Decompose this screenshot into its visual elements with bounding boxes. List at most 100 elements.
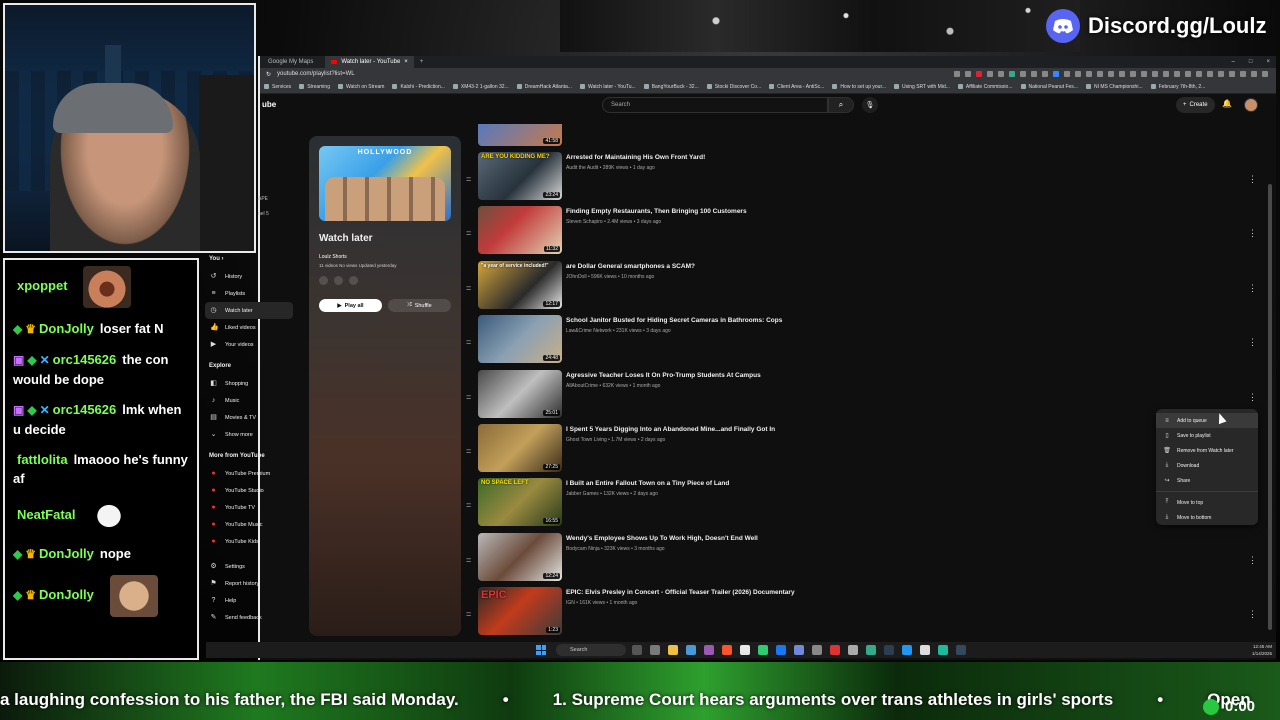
more-actions-icon[interactable]: ⋮ bbox=[1248, 174, 1257, 185]
app-icon[interactable] bbox=[866, 645, 876, 655]
app-icon[interactable] bbox=[812, 645, 822, 655]
more-actions-icon[interactable]: ⋮ bbox=[1248, 609, 1257, 620]
menu-item-share[interactable]: ↪ Share bbox=[1156, 473, 1258, 488]
sidebar-item-your-videos[interactable]: ▶ Your videos bbox=[205, 336, 293, 353]
drag-handle-icon[interactable]: = bbox=[466, 446, 471, 456]
drag-handle-icon[interactable]: = bbox=[466, 555, 471, 565]
sidebar-item-youtube-studio[interactable]: ● YouTube Studio bbox=[205, 482, 293, 499]
new-tab-icon[interactable]: + bbox=[420, 59, 424, 65]
app-icon[interactable] bbox=[830, 645, 840, 655]
subscription-fragment[interactable]: APE bbox=[258, 196, 269, 202]
app-icon[interactable] bbox=[848, 645, 858, 655]
you-heading[interactable]: You › bbox=[209, 256, 293, 262]
bookmark-item[interactable]: Affiliate Commissio... bbox=[957, 84, 1013, 90]
brave-icon[interactable] bbox=[722, 645, 732, 655]
notifications-bell-icon[interactable]: 🔔 bbox=[1222, 99, 1232, 108]
windows-start-icon[interactable] bbox=[536, 645, 546, 655]
menu-item-save-to-playlist[interactable]: ▯ Save to playlist bbox=[1156, 428, 1258, 443]
task-view-icon[interactable] bbox=[632, 645, 642, 655]
sidebar-item-settings[interactable]: ⚙ Settings bbox=[205, 558, 293, 575]
tab-google-maps[interactable]: Google My Maps bbox=[262, 56, 319, 68]
avatar[interactable] bbox=[1244, 98, 1258, 112]
sidebar-item-send-feedback[interactable]: ✎ Send feedback bbox=[205, 609, 293, 626]
chrome-icon[interactable] bbox=[740, 645, 750, 655]
video-title[interactable]: I Built an Entire Fallout Town on a Tiny… bbox=[566, 480, 729, 487]
discord-app-icon[interactable] bbox=[794, 645, 804, 655]
drag-handle-icon[interactable]: = bbox=[466, 609, 471, 619]
list-item[interactable]: = 24:48 School Janitor Busted for Hiding… bbox=[464, 315, 1260, 367]
drag-handle-icon[interactable]: = bbox=[466, 283, 471, 293]
search-button[interactable]: ⌕ bbox=[828, 97, 854, 113]
video-title[interactable]: are Dollar General smartphones a SCAM? bbox=[566, 263, 695, 270]
video-thumbnail[interactable]: ARE YOU KIDDING ME? 23:24 bbox=[478, 152, 562, 200]
file-explorer-icon[interactable] bbox=[668, 645, 678, 655]
app-icon[interactable] bbox=[938, 645, 948, 655]
app-icon[interactable] bbox=[902, 645, 912, 655]
video-thumbnail[interactable]: 24:48 bbox=[478, 315, 562, 363]
list-item[interactable]: = 25:01 Agressive Teacher Loses It On Pr… bbox=[464, 370, 1260, 422]
close-window-icon[interactable]: × bbox=[1266, 59, 1270, 65]
video-thumbnail[interactable]: EPIC 1:23 bbox=[478, 587, 562, 635]
more-actions-icon[interactable]: ⋮ bbox=[1248, 555, 1257, 566]
sidebar-item-shopping[interactable]: ◧ Shopping bbox=[205, 375, 293, 392]
system-tray-clock[interactable]: 12:45 AM 1/14/2026 bbox=[1252, 643, 1272, 657]
list-item[interactable]: = EPIC 1:23 EPIC: Elvis Presley in Concer… bbox=[464, 587, 1260, 639]
sidebar-item-youtube-kids[interactable]: ● YouTube Kids bbox=[205, 533, 293, 550]
list-item[interactable]: = 11:32 Finding Empty Restaurants, Then … bbox=[464, 206, 1260, 258]
more-actions-icon[interactable]: ⋮ bbox=[1248, 228, 1257, 239]
privacy-icon[interactable] bbox=[319, 276, 328, 285]
bookmark-item[interactable]: XM43-2 1-gallon 32... bbox=[452, 84, 509, 90]
video-thumbnail[interactable]: 25:01 bbox=[478, 370, 562, 418]
address-bar[interactable]: ↻ youtube.com/playlist?list=WL bbox=[260, 68, 1276, 80]
bookmark-item[interactable]: February 7th-8th, 2... bbox=[1150, 84, 1205, 90]
list-item[interactable]: = ARE YOU KIDDING ME? 23:24 Arrested for … bbox=[464, 152, 1260, 204]
video-thumbnail[interactable]: 12:24 bbox=[478, 533, 562, 581]
bookmark-item[interactable]: Client Area - AntiSc... bbox=[769, 84, 824, 90]
search-input[interactable]: Search bbox=[602, 97, 828, 113]
video-title[interactable]: Arrested for Maintaining His Own Front Y… bbox=[566, 154, 705, 161]
steam-icon[interactable] bbox=[884, 645, 894, 655]
bookmark-item[interactable]: Watch later - YouTu... bbox=[579, 84, 636, 90]
list-item[interactable]: = "a year of service included!" 12:17 are… bbox=[464, 261, 1260, 313]
sidebar-item-history[interactable]: ↺ History bbox=[205, 268, 293, 285]
shuffle-button[interactable]: ⤮ Shuffle bbox=[388, 299, 451, 312]
bookmark-item[interactable]: Kalshi - Prediction... bbox=[392, 84, 445, 90]
menu-item-move-to-top[interactable]: ⤒ Move to top bbox=[1156, 495, 1258, 510]
playlist-owner[interactable]: Loulz Shorts bbox=[319, 254, 451, 260]
video-thumbnail[interactable]: 11:32 bbox=[478, 206, 562, 254]
bookmark-item[interactable]: Watch on Stream bbox=[337, 84, 384, 90]
sidebar-item-youtube-premium[interactable]: ● YouTube Premium bbox=[205, 465, 293, 482]
bookmark-item[interactable]: BangYourBuck - 32... bbox=[643, 84, 699, 90]
bookmark-item[interactable]: Services bbox=[264, 84, 291, 90]
more-actions-icon[interactable]: ⋮ bbox=[1248, 283, 1257, 294]
video-title[interactable]: EPIC: Elvis Presley in Concert - Officia… bbox=[566, 589, 795, 596]
bookmark-item[interactable]: Streaming bbox=[299, 84, 330, 90]
download-icon[interactable] bbox=[334, 276, 343, 285]
sidebar-item-playlists[interactable]: ≡ Playlists bbox=[205, 285, 293, 302]
video-thumbnail[interactable]: "a year of service included!" 12:17 bbox=[478, 261, 562, 309]
sidebar-item-liked-videos[interactable]: 👍 Liked videos bbox=[205, 319, 293, 336]
menu-item-add-to-queue[interactable]: ≡ Add to queue bbox=[1156, 413, 1258, 428]
drag-handle-icon[interactable]: = bbox=[466, 500, 471, 510]
app-icon[interactable] bbox=[704, 645, 714, 655]
list-item[interactable]: = NO SPACE LEFT 16:55 I Built an Entire F… bbox=[464, 478, 1260, 530]
bookmark-item[interactable]: DreamHack Atlanta... bbox=[516, 84, 572, 90]
sidebar-item-help[interactable]: ? Help bbox=[205, 592, 293, 609]
drag-handle-icon[interactable]: = bbox=[466, 392, 471, 402]
more-actions-icon[interactable]: ⋮ bbox=[1248, 337, 1257, 348]
video-title[interactable]: Agressive Teacher Loses It On Pro-Trump … bbox=[566, 372, 761, 379]
app-icon[interactable] bbox=[758, 645, 768, 655]
menu-item-download[interactable]: ⤓ Download bbox=[1156, 458, 1258, 473]
drag-handle-icon[interactable]: = bbox=[466, 174, 471, 184]
drag-handle-icon[interactable]: = bbox=[466, 228, 471, 238]
youtube-logo[interactable]: ube bbox=[262, 100, 276, 109]
video-title[interactable]: Wendy's Employee Shows Up To Work High, … bbox=[566, 535, 758, 542]
store-icon[interactable] bbox=[686, 645, 696, 655]
sidebar-item-youtube-tv[interactable]: ● YouTube TV bbox=[205, 499, 293, 516]
subscription-fragment[interactable]: nel 5 bbox=[258, 211, 269, 217]
tab-watch-later[interactable]: Watch later - YouTube × bbox=[325, 56, 414, 68]
bookmark-item[interactable]: Stocki Discover Co... bbox=[706, 84, 761, 90]
playlist-thumbnail[interactable]: HOLLYWOOD bbox=[319, 146, 451, 221]
bookmark-item[interactable]: NI MS Championshi... bbox=[1085, 84, 1143, 90]
play-all-button[interactable]: ▶ Play all bbox=[319, 299, 382, 312]
